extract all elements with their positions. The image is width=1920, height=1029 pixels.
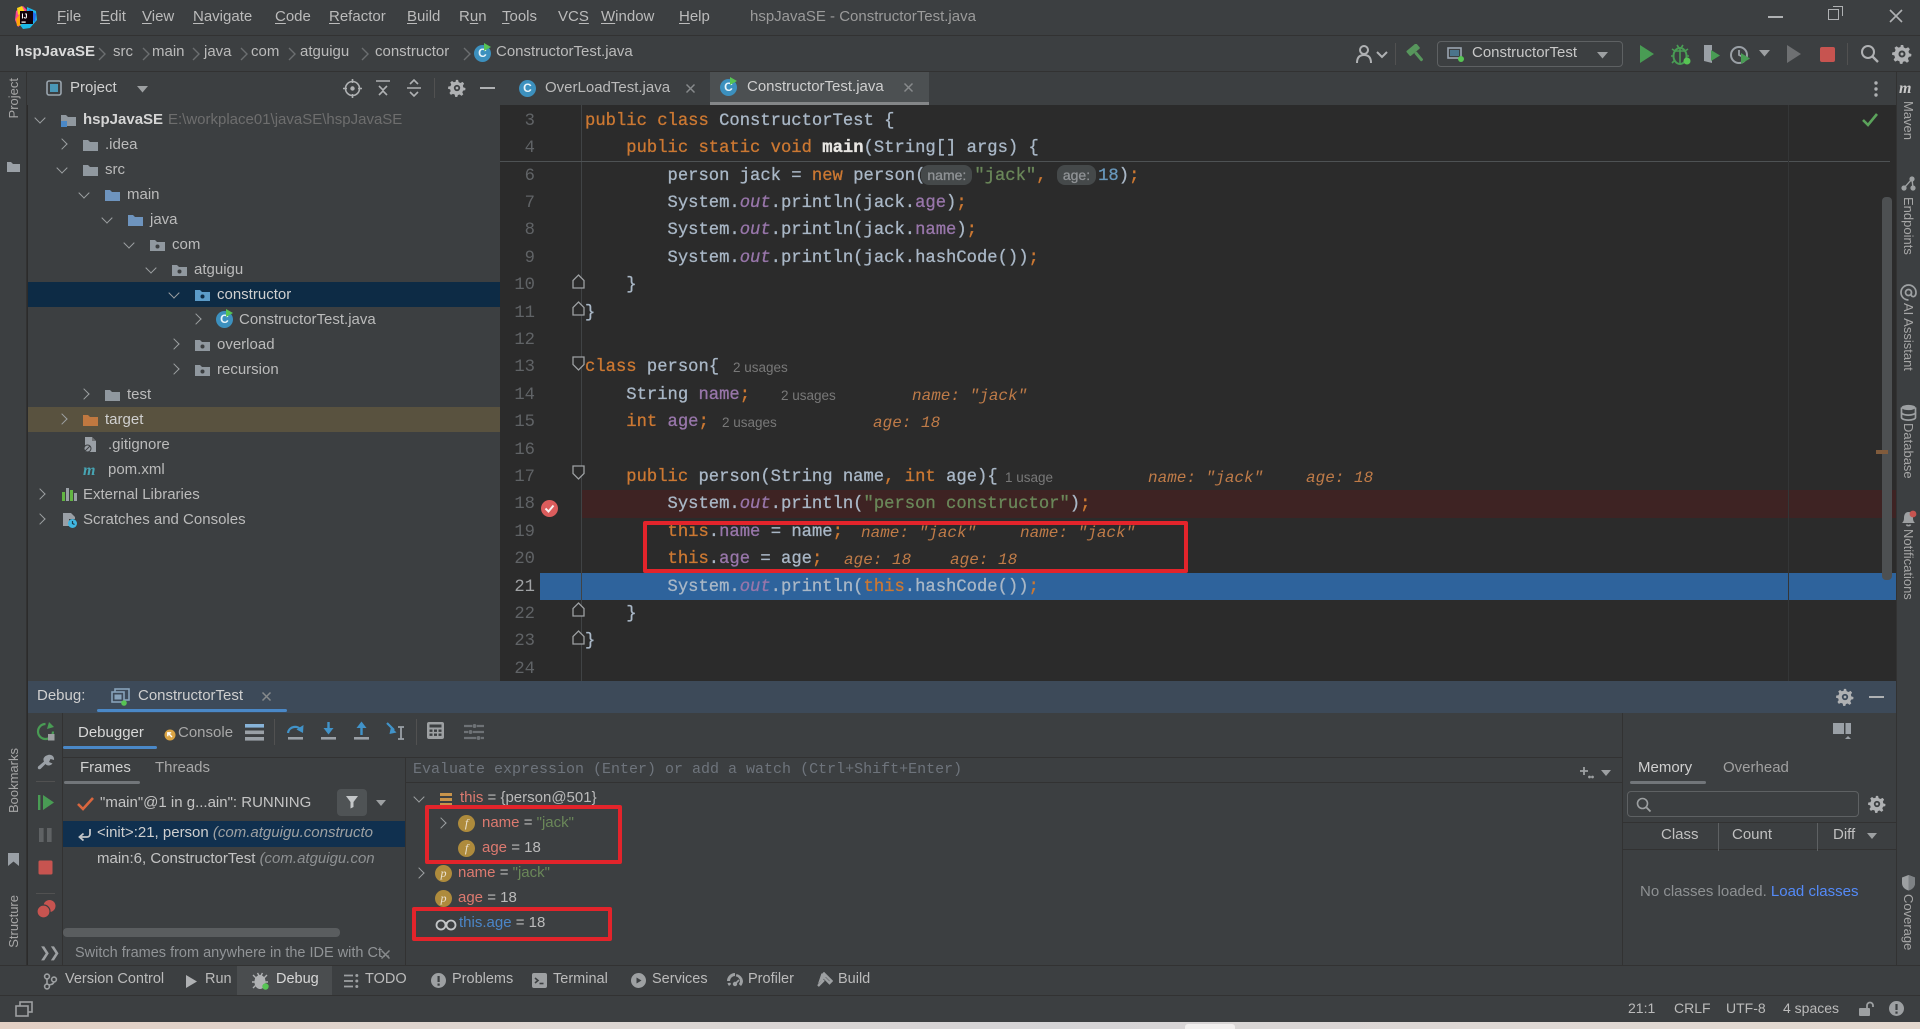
- svg-text:IJ: IJ: [22, 14, 28, 21]
